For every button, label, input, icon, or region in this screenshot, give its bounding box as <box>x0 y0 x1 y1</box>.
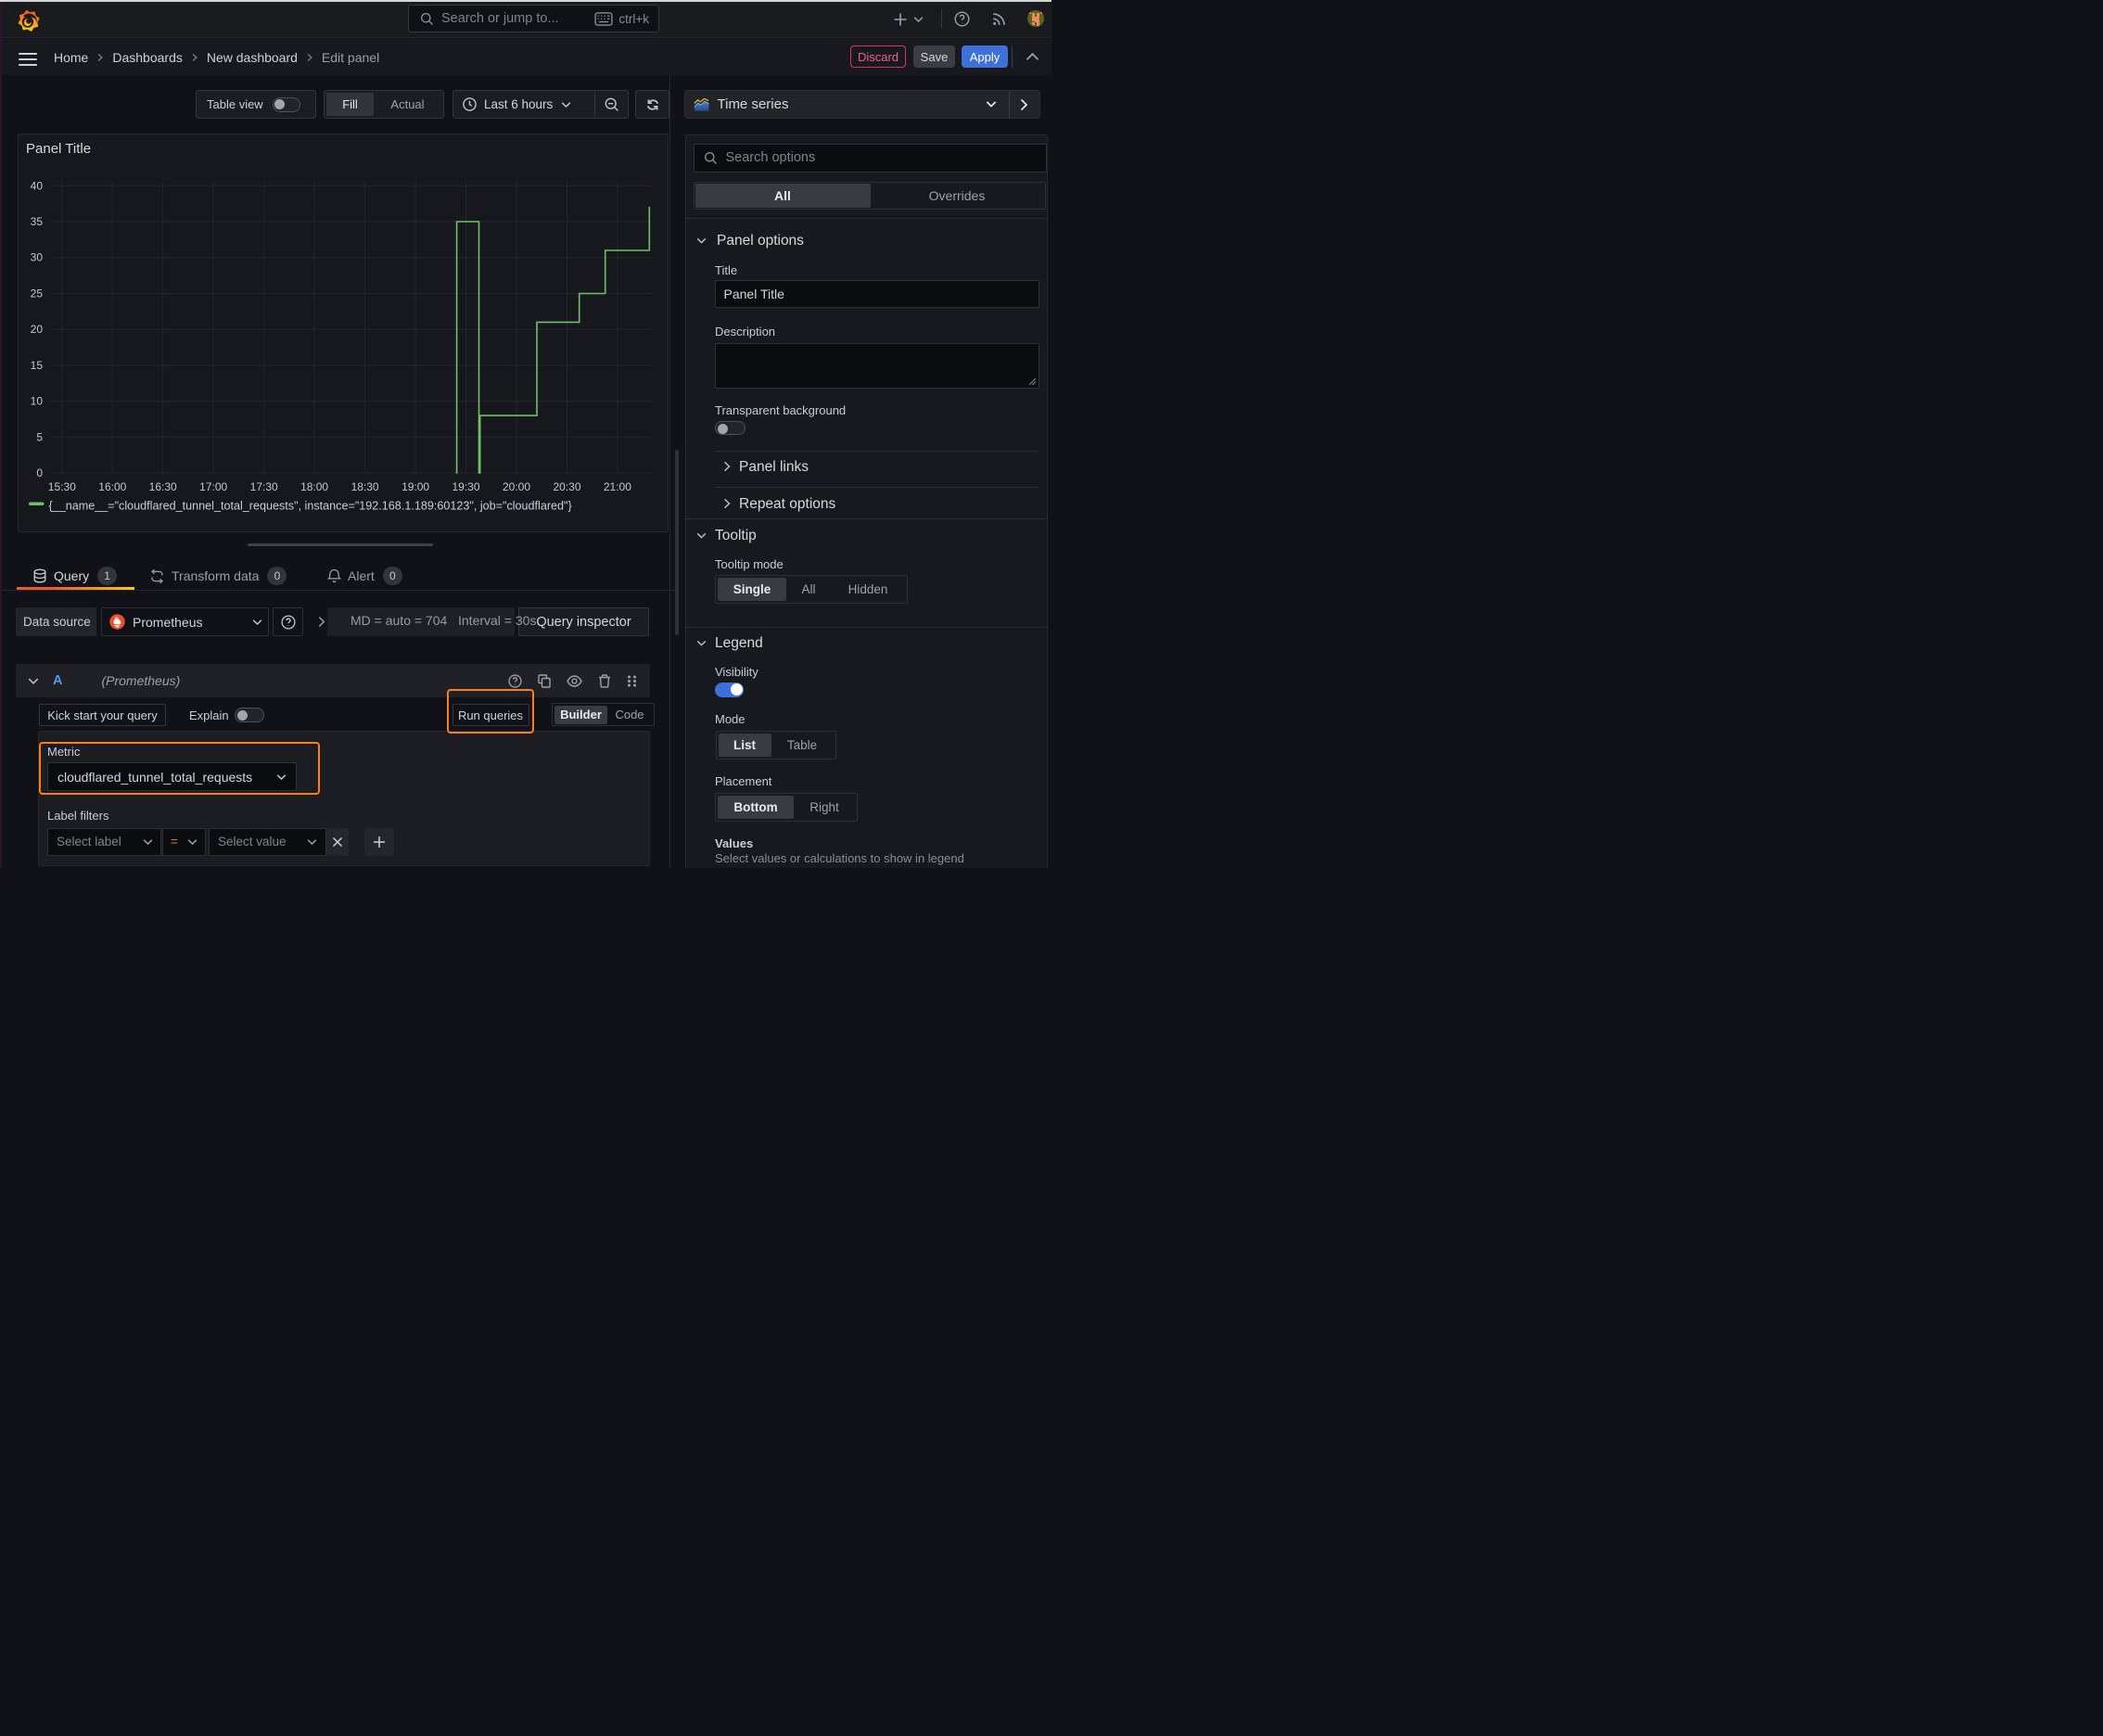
svg-text:15: 15 <box>31 359 44 372</box>
svg-text:17:30: 17:30 <box>250 480 278 493</box>
svg-text:{__name__="cloudflared_tunnel_: {__name__="cloudflared_tunnel_total_requ… <box>49 500 572 513</box>
svg-text:18:00: 18:00 <box>300 480 328 493</box>
svg-text:30: 30 <box>31 251 44 264</box>
svg-text:21:00: 21:00 <box>604 480 631 493</box>
svg-text:16:00: 16:00 <box>98 480 126 493</box>
svg-text:0: 0 <box>36 466 43 479</box>
svg-text:40: 40 <box>31 179 44 192</box>
svg-text:20:30: 20:30 <box>553 480 580 493</box>
svg-text:15:30: 15:30 <box>48 480 76 493</box>
svg-text:10: 10 <box>31 395 44 408</box>
svg-text:20:00: 20:00 <box>503 480 530 493</box>
svg-text:5: 5 <box>36 430 43 443</box>
svg-text:19:00: 19:00 <box>401 480 429 493</box>
svg-text:25: 25 <box>31 287 44 300</box>
svg-text:35: 35 <box>31 215 44 228</box>
svg-text:16:30: 16:30 <box>149 480 177 493</box>
svg-text:18:30: 18:30 <box>351 480 379 493</box>
svg-text:Panel Title: Panel Title <box>26 141 91 157</box>
svg-text:20: 20 <box>31 323 44 336</box>
svg-text:17:00: 17:00 <box>199 480 227 493</box>
svg-text:19:30: 19:30 <box>452 480 479 493</box>
